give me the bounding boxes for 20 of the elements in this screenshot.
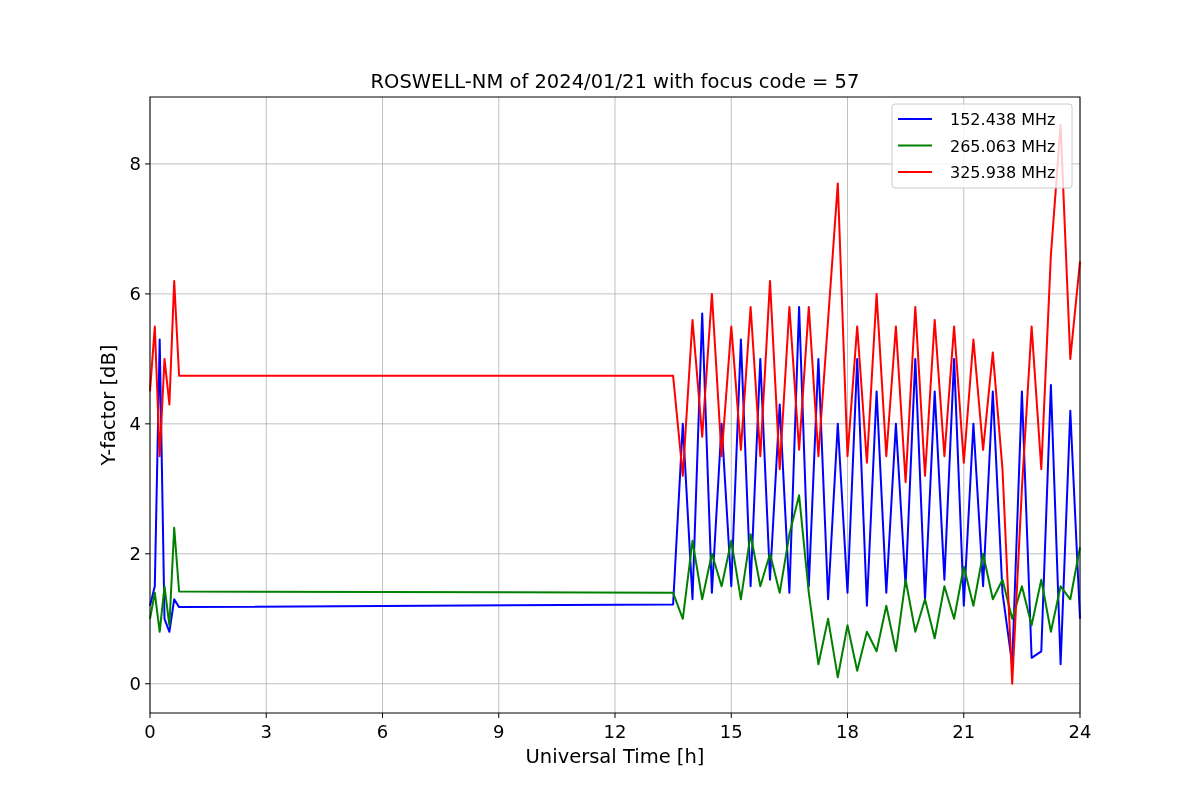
x-tick-label: 21 bbox=[952, 721, 976, 742]
y-axis-label: Y-factor [dB] bbox=[97, 344, 120, 466]
y-tick-label: 2 bbox=[129, 542, 141, 564]
x-tick-label: 9 bbox=[493, 721, 505, 742]
legend-label: 325.938 MHz bbox=[950, 163, 1056, 182]
x-tick-label: 12 bbox=[603, 721, 627, 742]
x-tick-label: 6 bbox=[376, 721, 389, 742]
chart-title: ROSWELL-NM of 2024/01/21 with focus code = 57 bbox=[370, 70, 860, 93]
x-tick-label: 3 bbox=[260, 721, 272, 742]
y-tick-label: 6 bbox=[129, 282, 141, 304]
y-tick-label: 8 bbox=[129, 152, 141, 174]
x-tick-label: 24 bbox=[1068, 721, 1092, 742]
legend-label: 265.063 MHz bbox=[950, 136, 1056, 156]
x-tick-label: 15 bbox=[719, 721, 743, 742]
x-tick-label: 0 bbox=[144, 721, 156, 742]
x-tick-label: 18 bbox=[836, 721, 859, 742]
x-axis-label: Universal Time [h] bbox=[525, 745, 705, 768]
y-tick-label: 4 bbox=[129, 412, 141, 434]
y-tick-label: 0 bbox=[129, 672, 141, 694]
legend-label: 152.438 MHz bbox=[950, 110, 1056, 129]
